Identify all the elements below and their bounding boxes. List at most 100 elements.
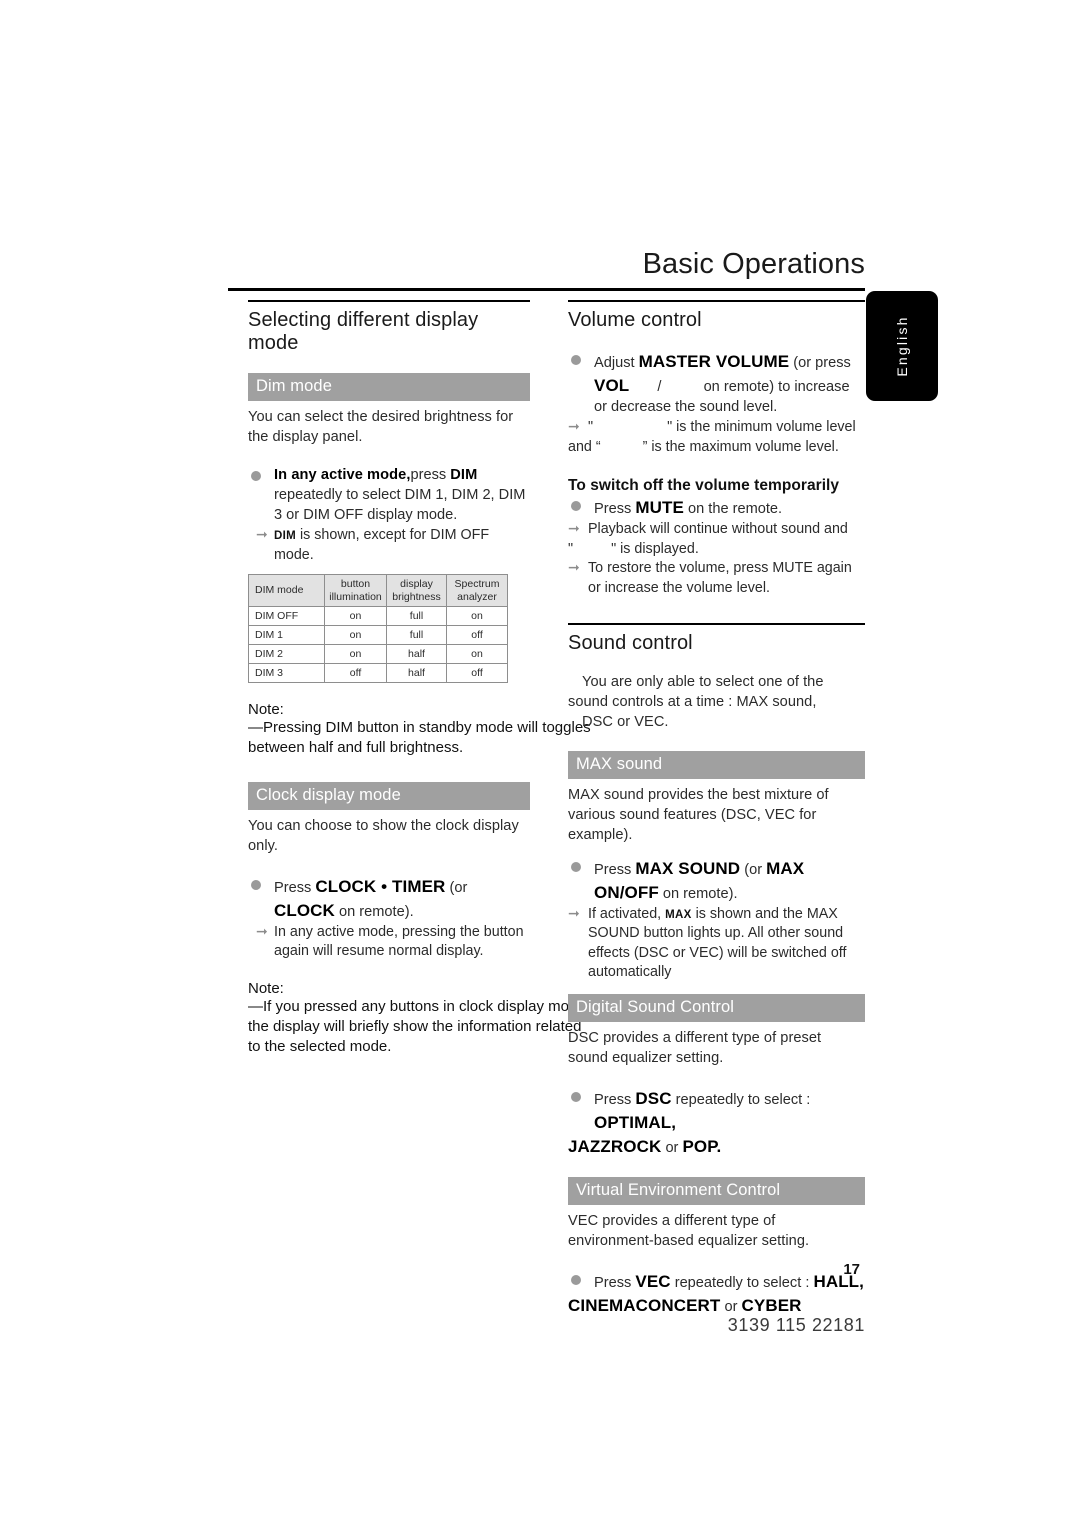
dsc-option-rock: ROCK — [610, 1136, 662, 1156]
dim-bullet-key: DIM — [450, 466, 478, 483]
volume-arrow-cont-post: ” is the maximum volume level. — [642, 438, 839, 455]
dsc-bullet-pre: Press — [594, 1091, 632, 1108]
volume-bullet: Adjust MASTER VOLUME (or press VOL / on … — [568, 350, 865, 418]
table-cell: DIM 2 — [248, 644, 325, 665]
dsc-options-line-2: JAZZROCK or POP. — [568, 1135, 865, 1159]
vec-bullet-pre: Press — [594, 1274, 632, 1291]
arrow-right-icon: ➞ — [256, 922, 268, 939]
volume-bullet-mid-1: (or press — [793, 355, 851, 371]
bullet-dot-icon — [251, 470, 261, 481]
mute-post: on the remote. — [688, 501, 783, 518]
volume-bullet-sep: / — [657, 378, 662, 395]
section-title-sound-control: Sound control — [568, 631, 693, 654]
mute-arrow-note-1: ➞ Playback will continue without sound a… — [568, 520, 865, 540]
arrow-right-icon: ➞ — [568, 520, 580, 537]
bullet-dot-icon — [571, 1274, 581, 1285]
section-rule-volume-control — [568, 300, 865, 302]
banner-clock-display-mode: Clock display mode — [248, 781, 530, 810]
clock-bullet-pre: Press — [274, 879, 312, 896]
dsc-key: DSC — [635, 1088, 672, 1108]
mute-arrow-line-2: To restore the volume, press MUTE again … — [588, 560, 852, 597]
table-cell: off — [446, 625, 508, 646]
right-column: Volume control Adjust MASTER VOLUME (or … — [568, 300, 865, 1318]
mute-bullet: Press MUTE on the remote. — [568, 496, 865, 520]
vec-options-or: or — [724, 1298, 738, 1315]
volume-bullet-pre: Adjust — [594, 355, 635, 371]
arrow-right-icon: ➞ — [568, 559, 580, 576]
table-row: DIM 1 on full off — [248, 625, 508, 646]
max-bullet-pre: Press — [594, 861, 632, 878]
note-text-1-line-2: between half and full brightness. — [248, 739, 464, 757]
volume-arrow-cont-pre: and “ — [568, 438, 601, 455]
clock-bullet-key-1: CLOCK • TIMER — [315, 876, 446, 896]
table-cell: full — [386, 606, 447, 627]
mute-key: MUTE — [635, 498, 684, 518]
dim-bullet-rest-1: press — [410, 466, 447, 483]
table-cell: full — [386, 625, 447, 646]
max-arrow-pre: If activated, — [588, 905, 662, 922]
table-header-text: button — [340, 578, 371, 591]
bullet-dot-icon — [571, 861, 581, 872]
table-cell: half — [386, 663, 447, 684]
table-header-text: DIM mode — [255, 584, 304, 597]
dim-mode-bullet: In any active mode,press DIM repeatedly … — [248, 466, 530, 526]
clock-mode-bullet: Press CLOCK • TIMER (or CLOCK on remote)… — [248, 875, 530, 923]
dsc-bullet: Press DSC repeatedly to select : OPTIMAL… — [568, 1087, 865, 1135]
vec-key: VEC — [635, 1271, 671, 1291]
volume-arrow-text-1: " is the minimum volume level — [667, 418, 856, 435]
max-bullet-post: on remote). — [662, 885, 738, 902]
note-text-1-line-1: —Pressing DIM button in standby mode wil… — [248, 719, 591, 737]
mute-quote-open: " — [568, 540, 574, 557]
mute-arrow-line-1: Playback will continue without sound and — [588, 521, 848, 538]
table-cell: on — [446, 644, 508, 665]
banner-max-sound: MAX sound — [568, 750, 865, 779]
max-sound-bullet: Press MAX SOUND (or MAX ON/OFF on remote… — [568, 857, 865, 905]
dim-bullet-lead: In any active mode, — [274, 466, 411, 483]
vec-bullet-mid: repeatedly to select : — [674, 1274, 810, 1291]
table-header-text: analyzer — [457, 590, 497, 603]
bullet-dot-icon — [251, 879, 261, 890]
clock-mode-arrow-note: ➞ In any active mode, pressing the butto… — [248, 923, 530, 962]
vec-option-concert: CONCERT — [635, 1295, 721, 1315]
arrow-right-icon: ➞ — [568, 904, 580, 921]
table-cell: on — [446, 606, 508, 627]
dim-mode-intro: You can select the desired brightness fo… — [248, 409, 514, 445]
volume-arrow-note-1: ➞ " " is the minimum volume level — [568, 418, 865, 438]
vec-option-cyber: CYBER — [741, 1295, 802, 1315]
sound-intro-line-1: You are only able to select one of the — [582, 673, 824, 690]
note-label-1: Note: — [248, 701, 284, 719]
note-text-2-line-3: to the selected mode. — [248, 1037, 392, 1055]
banner-dim-mode: Dim mode — [248, 373, 530, 401]
arrow-right-icon: ➞ — [568, 417, 580, 434]
manual-page: Basic Operations English Selecting diffe… — [0, 0, 1080, 1528]
table-header-text: illumination — [329, 590, 382, 603]
bullet-dot-icon — [571, 501, 581, 512]
note-text-2-line-1: —If you pressed any buttons in clock dis… — [248, 998, 590, 1016]
section-title-display-mode: Selecting different display mode — [248, 309, 479, 354]
clock-bullet-mid: (or — [449, 879, 468, 896]
banner-virtual-environment-control: Virtual Environment Control — [568, 1176, 865, 1205]
vec-intro: VEC provides a different type of environ… — [568, 1212, 810, 1249]
arrow-right-icon: ➞ — [256, 525, 268, 542]
section-rule-display-mode — [248, 300, 530, 302]
dim-mode-table: DIM mode button illumination display bri… — [248, 574, 508, 684]
left-column: Selecting different display mode Dim mod… — [248, 300, 591, 1057]
dim-arrow-text: is shown, except for DIM OFF mode. — [274, 526, 490, 563]
table-cell: off — [324, 663, 387, 684]
dsc-bullet-mid: repeatedly to select : — [675, 1091, 811, 1108]
clock-arrow-text: In any active mode, pressing the button … — [274, 923, 524, 960]
volume-subheading: To switch off the volume temporarily — [568, 477, 840, 495]
volume-arrow-quote-open: " — [588, 418, 594, 435]
table-header-cell: button illumination — [324, 574, 387, 608]
volume-bullet-mid-2: on remote) to increase or decrease the s… — [594, 378, 850, 415]
volume-arrow-note-1-cont: and “ ” is the maximum volume level. — [568, 438, 865, 458]
clock-bullet-post: on remote). — [339, 903, 414, 920]
section-rule-sound-control — [568, 622, 865, 625]
table-cell: DIM 1 — [248, 625, 325, 646]
bullet-dot-icon — [571, 355, 581, 365]
banner-digital-sound-control: Digital Sound Control — [568, 993, 865, 1022]
table-header-cell: DIM mode — [248, 574, 325, 608]
table-header-row: DIM mode button illumination display bri… — [248, 574, 508, 608]
volume-key-master: MASTER VOLUME — [638, 352, 790, 371]
table-row: DIM 2 on half on — [248, 644, 508, 665]
